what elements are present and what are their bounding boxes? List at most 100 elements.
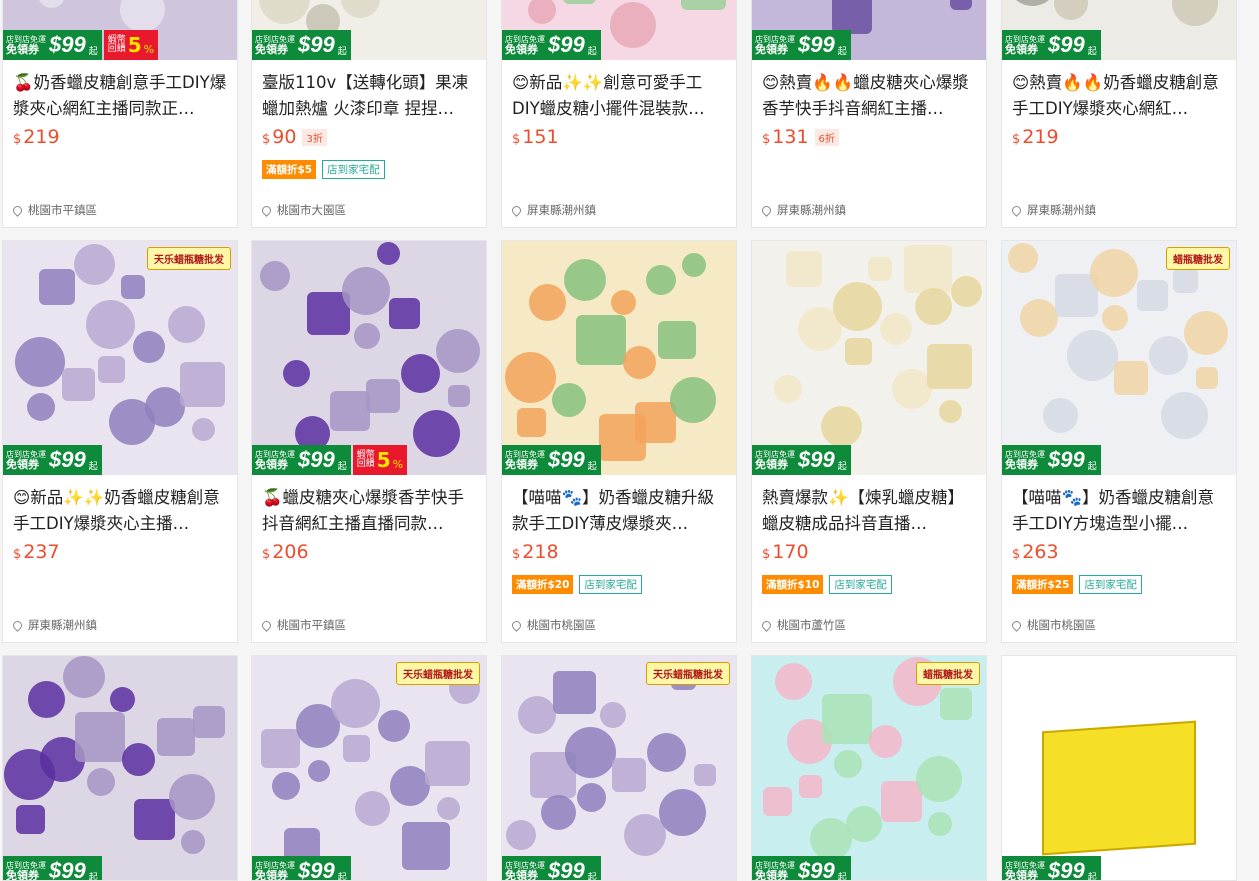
price-currency: $ xyxy=(762,547,771,562)
candy-shape xyxy=(553,671,596,714)
product-price: $237 xyxy=(13,541,60,563)
coupon-banner: 店到店免運 免領券 $99 起 xyxy=(3,856,102,880)
location-pin-icon xyxy=(1010,203,1023,217)
product-title[interactable]: 😊熱賣🔥🔥奶香蠟皮糖創意手工DIY爆漿夾心網紅… xyxy=(1012,70,1226,122)
product-title[interactable]: 【喵喵🐾】奶香蠟皮糖創意手工DIY方塊造型小擺… xyxy=(1012,485,1226,537)
watermark-label: 蜡瓶糖批发 xyxy=(916,662,980,685)
product-card[interactable]: 店到店免運 免領券 $99 起 😊熱賣🔥🔥蠟皮糖夾心爆漿香芋快手抖音網紅主播… $131 6… xyxy=(751,0,987,228)
product-image[interactable]: 店到店免運 免領券 $99 起 xyxy=(1002,656,1236,880)
product-image[interactable]: 天乐蜡瓶糖批发店到店免運免領券$99起蝦幣回饋5% xyxy=(3,0,237,60)
coupon-banner: 店到店免運 免領券 $99 起 xyxy=(3,445,102,475)
product-title[interactable]: 熱賣爆款✨【煉乳蠟皮糖】蠟皮糖成品抖音直播… xyxy=(762,485,976,537)
product-card[interactable]: 天乐蜡瓶糖批发 店到店免運 免領券 $99 起 😊新品✨✨奶香蠟皮糖創意手工DIY爆漿夾心… xyxy=(2,240,238,643)
candy-shape xyxy=(402,822,450,870)
product-title[interactable]: 臺版110v【送轉化頭】果凍蠟加熱爐 火漆印章 捏捏… xyxy=(262,70,476,122)
product-card[interactable]: 店到店免運 免領券 $99 起臺版110v【送轉化頭】果凍蠟加熱爐 火漆印章 捏捏… $… xyxy=(251,0,487,228)
coupon-suffix: 起 xyxy=(837,462,847,472)
free-shipping-coupon: 店到店免運 免領券 $99 起 xyxy=(1002,856,1101,880)
product-card[interactable]: 店到店免運 免領券 $99 起【喵喵🐾】奶香蠟皮糖升級款手工DIY薄皮爆漿夾… $218… xyxy=(501,240,737,643)
candy-shape xyxy=(834,750,862,778)
coupon-line2: 免領券 xyxy=(255,42,288,56)
product-card[interactable]: 店到店免運 免領券 $99 起 xyxy=(2,655,238,881)
candy-shape xyxy=(1102,305,1128,331)
product-image[interactable]: 店到店免運 免領券 $99 起蝦幣 回饋 5% xyxy=(252,241,486,475)
candy-shape xyxy=(845,338,872,365)
product-image[interactable]: 天乐蜡瓶糖批发店到店免運免領券$99起 xyxy=(3,241,237,475)
product-card[interactable]: 天乐蜡瓶糖批发店到店免運免領券$99起蝦幣回饋5% 🍒奶香蠟皮糖創意手工DIY爆漿… xyxy=(2,0,238,228)
product-image[interactable]: 蜡瓶糖批发 店到店免運 免領券 $99 起 xyxy=(752,656,986,880)
candy-box xyxy=(1042,720,1196,856)
product-image[interactable]: 天乐蜡瓶糖批发店到店免運免領券$99起 xyxy=(1002,0,1236,60)
coupon-amount: $99 xyxy=(298,447,335,472)
price-currency: $ xyxy=(13,132,22,147)
location-text: 屏東縣潮州鎮 xyxy=(28,618,97,632)
price-value: 131 xyxy=(772,126,809,148)
candy-shape xyxy=(682,253,706,277)
candy-shape xyxy=(869,725,902,758)
candy-shape xyxy=(272,772,300,800)
product-card[interactable]: 蜡瓶糖批发 店到店免運 免領券 $99 起 xyxy=(751,655,987,881)
product-image[interactable]: 天乐蜡瓶糖批发店到店免運免領券$99起 xyxy=(252,656,486,881)
product-title[interactable]: 🍒奶香蠟皮糖創意手工DIY爆漿夾心網紅主播同款正… xyxy=(13,70,227,122)
candy-shape xyxy=(331,679,380,728)
coupon-suffix: 起 xyxy=(587,873,597,881)
rebate-amount: 5 xyxy=(376,448,391,472)
product-image[interactable]: 店到店免運 免領券 $99 起 xyxy=(752,0,986,60)
candy-shape xyxy=(109,399,155,445)
product-image[interactable]: 店到店免運 免領券 $99 起 xyxy=(3,656,237,880)
product-image[interactable]: 天乐蜡瓶糖批发店到店免運免領券$99起 xyxy=(502,656,736,881)
product-card[interactable]: 天乐蜡瓶糖批发 店到店免運 免領券 $99 起 xyxy=(251,655,487,881)
coupon-banner: 店到店免運 免領券 $99 起蝦幣 回饋 5% xyxy=(252,445,408,475)
product-image[interactable]: 店到店免運 免領券 $99 起 xyxy=(252,0,486,60)
product-image[interactable]: 店到店免運 免領券 $99 起 xyxy=(752,241,986,475)
product-image[interactable]: 店到店免運 免領券 $99 起 xyxy=(502,0,736,60)
candy-shape xyxy=(1172,0,1218,26)
price-value: 170 xyxy=(772,541,809,563)
product-card[interactable]: 天乐蜡瓶糖批发 店到店免運 免領券 $99 起 xyxy=(501,655,737,881)
product-card[interactable]: 蜡瓶糖批发店到店免運 免領券 $99 起【喵喵🐾】奶香蠟皮糖創意手工DIY方塊造型小擺… xyxy=(1001,240,1237,643)
product-image[interactable]: 店到店免運 免領券 $99 起 xyxy=(502,241,736,475)
candy-shape xyxy=(928,812,952,836)
shopee-coin-rebate: 蝦幣 回饋 5% xyxy=(352,445,408,475)
product-image[interactable]: 蜡瓶糖批发店到店免運 免領券 $99 起 xyxy=(1002,241,1236,475)
product-title[interactable]: 😊新品✨✨奶香蠟皮糖創意手工DIY爆漿夾心主播… xyxy=(13,485,227,537)
product-price: $218 xyxy=(512,541,559,563)
candy-shape xyxy=(763,787,792,816)
product-card[interactable]: 店到店免運 免領券 $99 起蝦幣 回饋 5% 🍒蠟皮糖夾心爆漿香芋快手抖音網紅主播直播同款… xyxy=(251,240,487,643)
candy-shape xyxy=(576,315,626,365)
product-title[interactable]: 【喵喵🐾】奶香蠟皮糖升級款手工DIY薄皮爆漿夾… xyxy=(512,485,726,537)
product-photo xyxy=(502,656,736,880)
candy-shape xyxy=(39,269,75,305)
free-shipping-coupon: 店到店免運 免領券 $99 起 xyxy=(1002,445,1101,475)
candy-shape xyxy=(1196,367,1218,389)
watermark-label: 蜡瓶糖批发 xyxy=(1166,247,1230,270)
product-title[interactable]: 😊新品✨✨創意可愛手工DIY蠟皮糖小擺件混裝款… xyxy=(512,70,726,122)
candy-shape xyxy=(694,764,716,786)
candy-shape xyxy=(915,288,952,325)
coupon-line2: 免領券 xyxy=(6,42,39,56)
product-title[interactable]: 🍒蠟皮糖夾心爆漿香芋快手抖音網紅主播直播同款… xyxy=(262,485,476,537)
coupon-text: 店到店免運 免領券 xyxy=(755,35,795,55)
coupon-banner: 店到店免運 免領券 $99 起 xyxy=(1002,30,1101,60)
coupon-text: 店到店免運 免領券 xyxy=(505,35,545,55)
product-card[interactable]: 天乐蜡瓶糖批发店到店免運免領券$99起 😊熱賣🔥🔥奶香蠟皮糖創意手工DIY爆漿夾心… xyxy=(1001,0,1237,228)
coupon-text: 店到店免運 免領券 xyxy=(1005,861,1045,880)
coupon-line2: 免領券 xyxy=(255,868,288,881)
product-price: $263 xyxy=(1012,541,1059,563)
price-currency: $ xyxy=(1012,547,1021,562)
product-card[interactable]: 店到店免運 免領券 $99 起 xyxy=(1001,655,1237,881)
product-card[interactable]: 店到店免運 免領券 $99 起 😊新品✨✨創意可愛手工DIY蠟皮糖小擺件混裝款… $151… xyxy=(501,0,737,228)
candy-shape xyxy=(916,756,962,802)
coupon-text: 店到店免運 免領券 xyxy=(6,450,46,470)
location-text: 桃園市蘆竹區 xyxy=(777,618,846,632)
product-location: 屏東縣潮州鎮 xyxy=(11,617,97,633)
product-card[interactable]: 店到店免運 免領券 $99 起熱賣爆款✨【煉乳蠟皮糖】蠟皮糖成品抖音直播… $170 滿額… xyxy=(751,240,987,643)
coupon-suffix: 起 xyxy=(1087,47,1097,57)
candy-shape xyxy=(1067,330,1118,381)
price-currency: $ xyxy=(762,132,771,147)
price-value: 206 xyxy=(272,541,309,563)
candy-shape xyxy=(86,300,135,349)
product-title[interactable]: 😊熱賣🔥🔥蠟皮糖夾心爆漿香芋快手抖音網紅主播… xyxy=(762,70,976,122)
coupon-text: 店到店免運 免領券 xyxy=(755,861,795,880)
coupon-banner: 店到店免運 免領券 $99 起蝦幣 回饋 5% xyxy=(3,30,159,60)
